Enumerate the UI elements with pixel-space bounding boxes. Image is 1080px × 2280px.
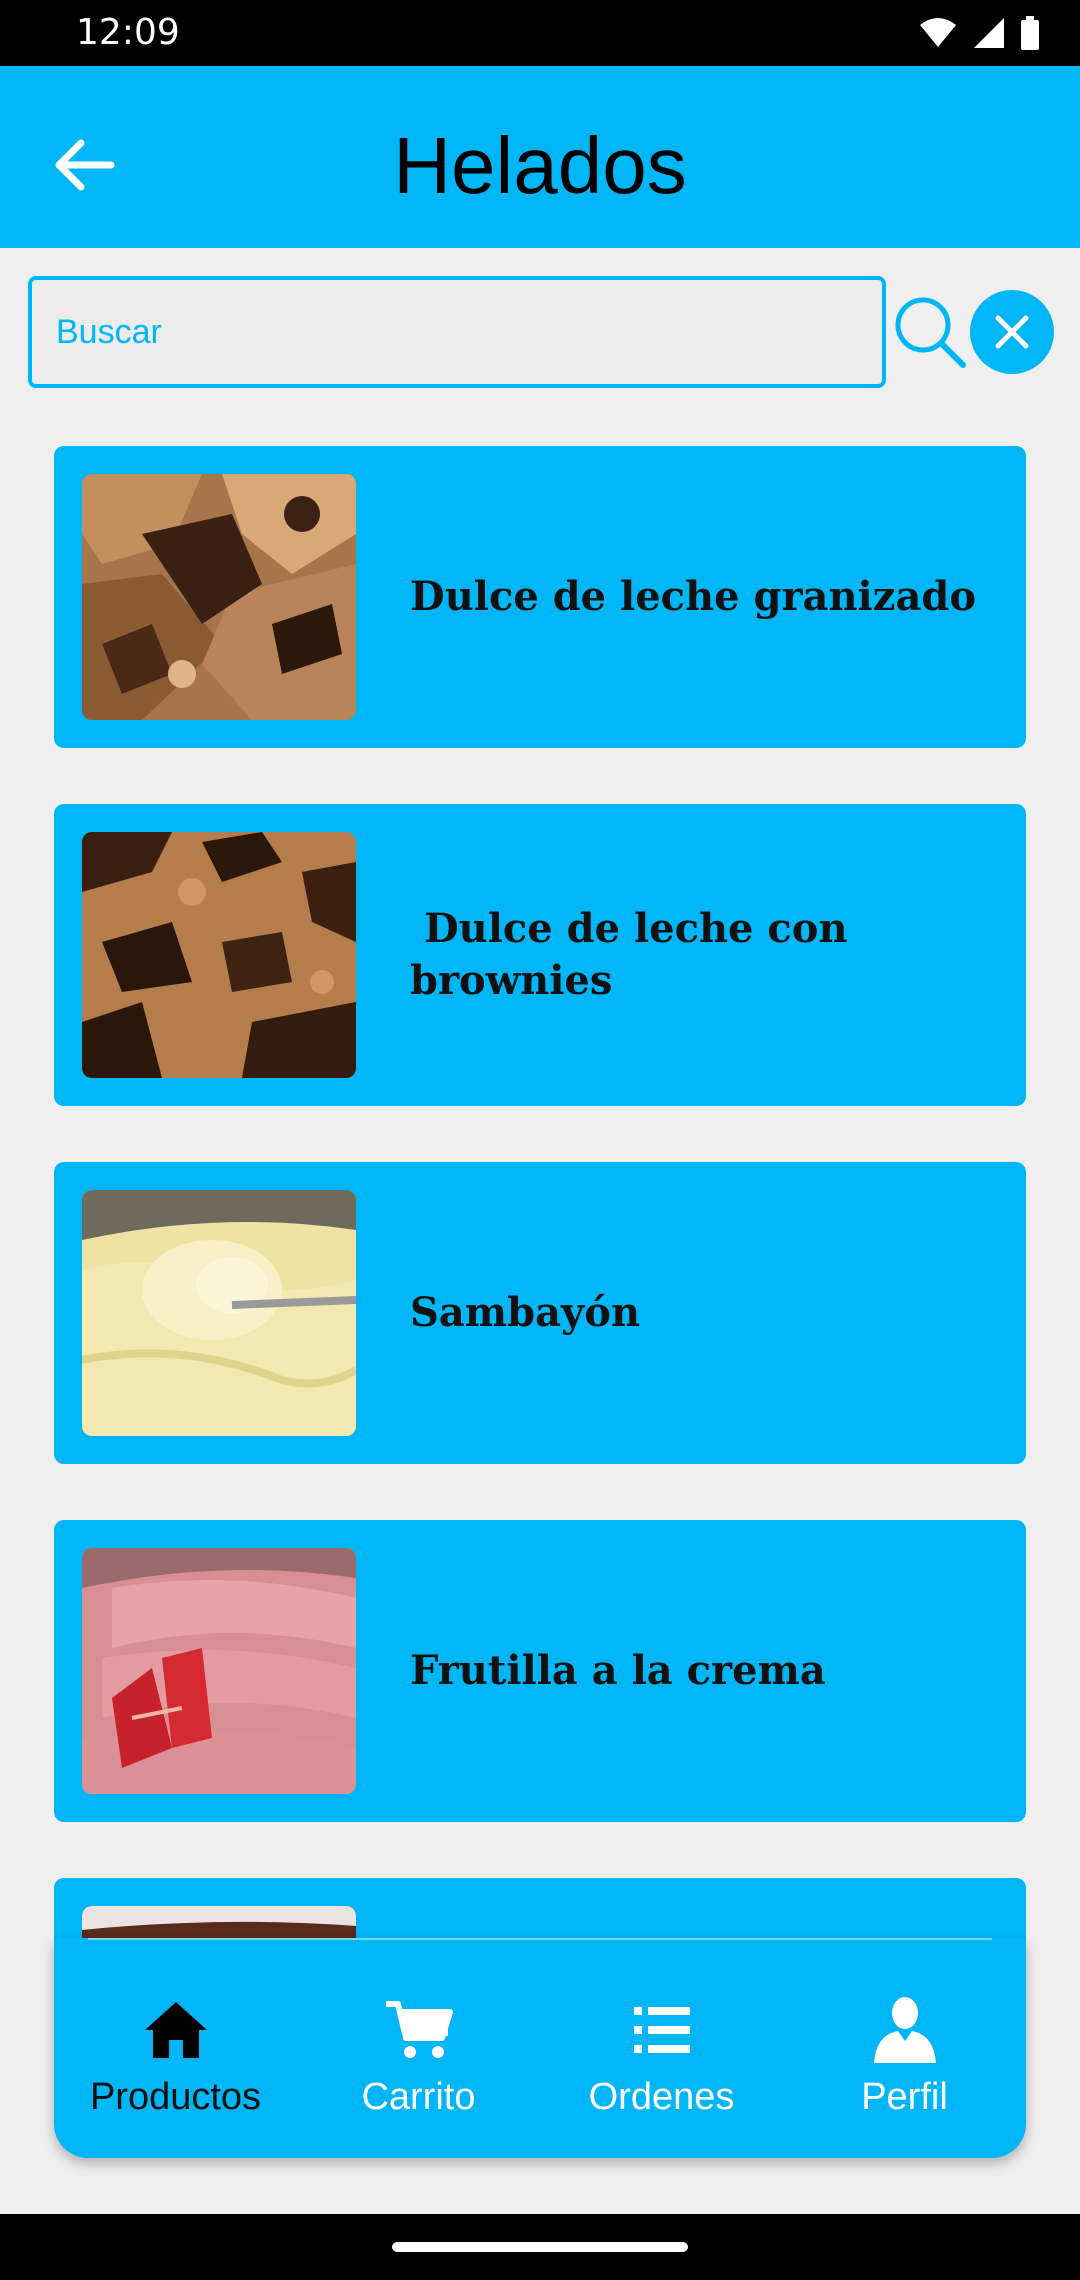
product-card[interactable]: Sambayón <box>54 1162 1026 1464</box>
nav-item-carrito[interactable]: Carrito <box>297 1992 540 2132</box>
nav-item-ordenes[interactable]: Ordenes <box>540 1992 783 2132</box>
clear-search-button[interactable] <box>970 290 1054 374</box>
nav-divider <box>88 1938 992 1940</box>
product-image-dulce-de-leche-granizado <box>82 474 356 720</box>
search-icon <box>895 297 966 368</box>
wifi-icon <box>920 18 956 47</box>
product-image-frutilla-a-la-crema <box>82 1548 356 1794</box>
product-card[interactable]: Dulce de leche granizado <box>54 446 1026 748</box>
product-image-dulce-de-leche-con-brownies <box>82 832 356 1078</box>
signal-icon <box>974 18 1004 48</box>
cart-icon <box>385 2001 453 2058</box>
nav-item-perfil[interactable]: Perfil <box>783 1992 1026 2132</box>
battery-icon <box>1021 16 1039 50</box>
search-input[interactable] <box>28 276 886 388</box>
status-time: 12:09 <box>76 12 180 53</box>
list-icon <box>633 2007 690 2053</box>
product-name: Frutilla a la crema <box>410 1647 826 1694</box>
nav-label: Carrito <box>361 2076 476 2118</box>
app-bar: Helados <box>0 66 1080 248</box>
product-name: Sambayón <box>410 1289 641 1336</box>
nav-label: Perfil <box>861 2076 948 2118</box>
system-navigation-bar <box>0 2214 1080 2280</box>
product-name: Dulce de leche con brownies <box>410 905 862 1004</box>
search-button[interactable] <box>890 290 970 374</box>
nav-item-productos[interactable]: Productos <box>54 1992 297 2132</box>
product-card[interactable]: Dulce de leche con brownies <box>54 804 1026 1106</box>
product-name: Dulce de leche granizado <box>410 573 977 620</box>
close-icon <box>995 315 1029 349</box>
product-card[interactable]: Frutilla a la crema <box>54 1520 1026 1822</box>
home-icon <box>144 2002 207 2058</box>
bottom-navigation: Productos Carrito Ordenes Perfil <box>54 1938 1026 2158</box>
person-icon <box>873 1997 936 2063</box>
nav-label: Ordenes <box>588 2076 735 2118</box>
home-gesture-handle[interactable] <box>392 2242 688 2252</box>
nav-label: Productos <box>89 2076 262 2118</box>
status-bar: 12:09 <box>0 0 1080 66</box>
page-title: Helados <box>393 121 687 210</box>
status-icons <box>918 16 1040 50</box>
product-image-sambayon <box>82 1190 356 1436</box>
product-list[interactable]: Dulce de leche granizado Dulce de leche … <box>0 446 1080 1996</box>
